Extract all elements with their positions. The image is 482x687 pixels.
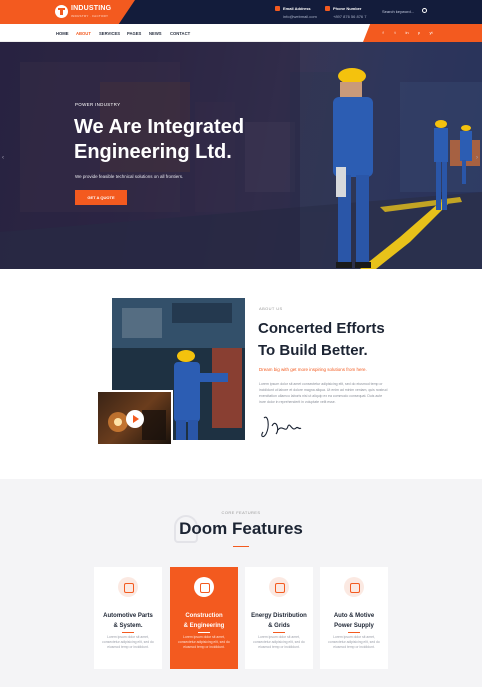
feature-card-automotive[interactable]: Automotive Parts & System. Lorem ipsum d… (94, 567, 162, 669)
feature-title-line2: & System. (113, 623, 143, 629)
about-video-thumbnail[interactable] (96, 390, 173, 446)
feature-card-title: Energy Distribution & Grids (249, 611, 309, 631)
email-label: Email Address (283, 6, 311, 11)
feature-title-line2: & Grids (268, 623, 290, 629)
play-button-icon[interactable] (126, 410, 144, 428)
feature-title-line1: Construction (185, 613, 223, 619)
about-title: Concerted Efforts To Build Better. (258, 318, 398, 362)
feature-card-desc: Lorem ipsum dolor sit amet, consectetur … (253, 635, 305, 649)
search-input[interactable]: Search keyword... (382, 9, 414, 14)
feature-title-line1: Energy Distribution (251, 613, 307, 619)
phone-label: Phone Number (333, 6, 362, 11)
feature-card-desc: Lorem ipsum dolor sit amet, consectetur … (328, 635, 380, 649)
hero-next-arrow[interactable]: › (476, 155, 478, 161)
email-value[interactable]: info@webmail.com (283, 14, 317, 19)
logo-area[interactable]: INDUSTING INDUSTRY · FACTORY (0, 0, 135, 24)
feature-card-construction[interactable]: Construction & Engineering Lorem ipsum d… (170, 567, 238, 669)
feature-card-power-supply[interactable]: Auto & Motive Power Supply Lorem ipsum d… (320, 567, 388, 669)
hero-description: We provide feasible technical solutions … (75, 174, 184, 179)
hero-title-line2: Engineering Ltd. (74, 141, 232, 163)
feature-title-line1: Auto & Motive (333, 613, 375, 619)
nav-home[interactable]: HOME (56, 31, 69, 36)
email-icon (275, 6, 280, 11)
features-divider (233, 546, 249, 547)
about-body: Lorem ipsum dolor sit amet consectetur a… (259, 382, 388, 404)
nav-news[interactable]: NEWS (149, 31, 162, 36)
nav-about[interactable]: ABOUT (76, 31, 91, 36)
helmet-icon (194, 577, 214, 597)
feature-title-line2: Power Supply (334, 623, 374, 629)
social-links: f t in p yt (363, 24, 482, 42)
feature-underline (122, 632, 134, 633)
twitter-icon[interactable]: t (392, 30, 398, 36)
nav-contact[interactable]: CONTACT (170, 31, 190, 36)
hero-title-line1: We Are Integrated (74, 116, 245, 138)
brand-name: INDUSTING (71, 5, 112, 12)
logo-icon (55, 5, 68, 18)
pinterest-icon[interactable]: p (416, 30, 422, 36)
features-title: Doom Features (179, 519, 303, 538)
hero-kicker: POWER INDUSTRY (75, 102, 121, 107)
email-contact: Email Address info@webmail.com (275, 6, 317, 19)
about-subtitle: Dream big with get more inspiring soluti… (259, 367, 367, 372)
feature-card-desc: Lorem ipsum dolor sit amet, consectetur … (178, 635, 230, 649)
power-tower-icon (269, 577, 289, 597)
brand-tagline: INDUSTRY · FACTORY (71, 14, 109, 18)
nav-pages[interactable]: PAGES (127, 31, 141, 36)
feature-card-energy[interactable]: Energy Distribution & Grids Lorem ipsum … (245, 567, 313, 669)
feature-card-title: Automotive Parts & System. (98, 611, 158, 631)
feature-card-title: Auto & Motive Power Supply (324, 611, 384, 631)
features-section: CORE FEATURES Doom Features Automotive P… (0, 479, 482, 687)
about-section: ABOUT US Concerted Efforts To Build Bett… (0, 269, 482, 479)
youtube-icon[interactable]: yt (428, 30, 434, 36)
features-kicker: CORE FEATURES (221, 510, 261, 515)
top-bar: INDUSTING INDUSTRY · FACTORY Email Addre… (0, 0, 482, 24)
hero-section: ‹ › POWER INDUSTRY We Are Integrated Eng… (0, 42, 482, 269)
feature-underline (348, 632, 360, 633)
search-icon[interactable] (422, 8, 427, 13)
feature-underline (198, 632, 210, 633)
tools-icon (118, 577, 138, 597)
about-title-line2: To Build Better. (258, 342, 368, 359)
feature-card-title: Construction & Engineering (174, 611, 234, 631)
about-title-line1: Concerted Efforts (258, 320, 385, 337)
signature-image (261, 416, 302, 438)
hero-title: We Are Integrated Engineering Ltd. (74, 115, 274, 165)
phone-value[interactable]: +897 876 56 876 7 (333, 14, 366, 19)
phone-contact: Phone Number +897 876 56 876 7 (325, 6, 366, 19)
warning-icon (344, 577, 364, 597)
about-kicker: ABOUT US (259, 306, 283, 311)
hero-prev-arrow[interactable]: ‹ (2, 155, 4, 161)
feature-card-desc: Lorem ipsum dolor sit amet, consectetur … (102, 635, 154, 649)
facebook-icon[interactable]: f (380, 30, 386, 36)
feature-title-line2: & Engineering (183, 623, 225, 629)
phone-icon (325, 6, 330, 11)
linkedin-icon[interactable]: in (404, 30, 410, 36)
feature-underline (273, 632, 285, 633)
get-quote-button[interactable]: GET A QUOTE (75, 190, 127, 205)
nav-services[interactable]: SERVICES (99, 31, 120, 36)
feature-title-line1: Automotive Parts (103, 613, 153, 619)
